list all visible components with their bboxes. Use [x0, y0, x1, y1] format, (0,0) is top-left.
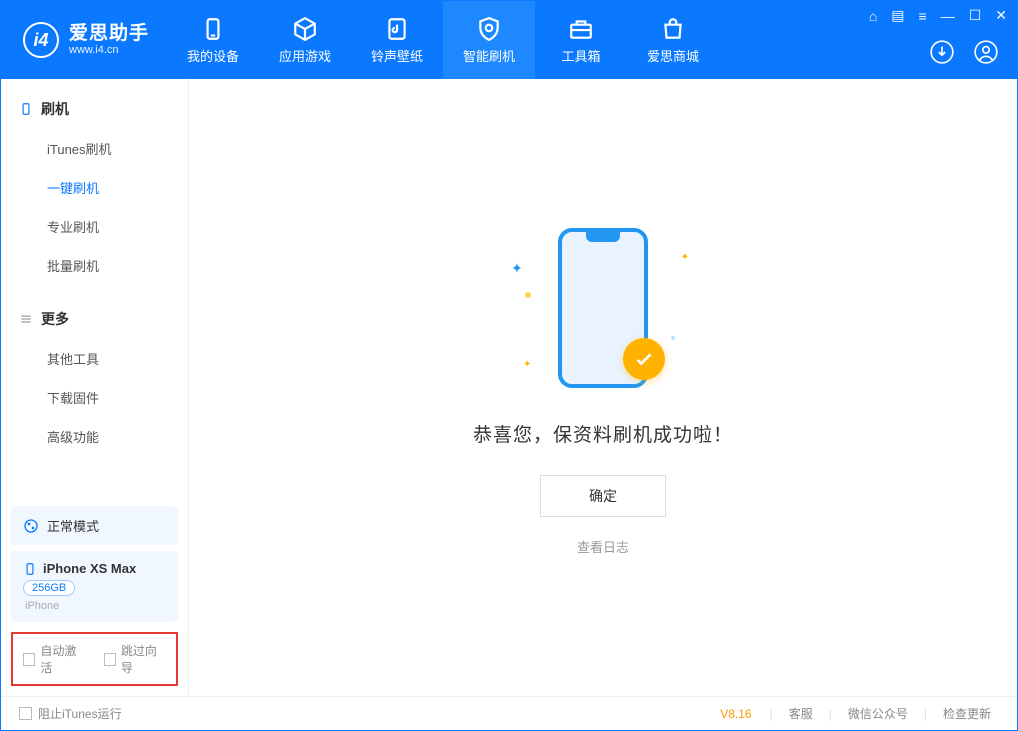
status-icon: [23, 518, 39, 534]
phone-outline-icon: [19, 102, 33, 116]
header-actions: [929, 39, 999, 65]
bag-icon: [660, 16, 686, 42]
confirm-button[interactable]: 确定: [540, 475, 666, 517]
app-header: i4 爱思助手 www.i4.cn 我的设备 应用游戏 铃声壁纸 智能刷机 工具…: [1, 1, 1017, 79]
section-title: 更多: [41, 309, 69, 329]
app-footer: 阻止iTunes运行 V8.16 | 客服 | 微信公众号 | 检查更新: [1, 696, 1017, 730]
checkbox-box-icon: [19, 707, 32, 720]
main-content: ✦ ✦ ✦ 恭喜您，保资料刷机成功啦！ 确定 查看日志: [189, 79, 1017, 696]
device-type: iPhone: [25, 600, 166, 612]
tab-label: 我的设备: [187, 46, 239, 65]
checkbox-block-itunes[interactable]: 阻止iTunes运行: [19, 705, 122, 722]
briefcase-icon: [568, 16, 594, 42]
device-card[interactable]: iPhone XS Max 256GB iPhone: [11, 551, 178, 622]
sidebar-item-batch-flash[interactable]: 批量刷机: [1, 246, 188, 285]
footer-right: V8.16 | 客服 | 微信公众号 | 检查更新: [720, 705, 999, 722]
tab-smart-flash[interactable]: 智能刷机: [443, 1, 535, 79]
nav-tabs: 我的设备 应用游戏 铃声壁纸 智能刷机 工具箱 爱思商城: [167, 1, 719, 79]
footer-link-update[interactable]: 检查更新: [935, 705, 999, 722]
logo-icon: i4: [23, 22, 59, 58]
status-card[interactable]: 正常模式: [11, 506, 178, 545]
maximize-button[interactable]: ☐: [969, 7, 982, 24]
app-name: 爱思助手: [69, 24, 149, 45]
device-storage: 256GB: [23, 580, 75, 596]
tab-label: 工具箱: [562, 46, 601, 65]
tab-my-device[interactable]: 我的设备: [167, 1, 259, 79]
status-text: 正常模式: [47, 516, 99, 535]
sidebar-item-advanced[interactable]: 高级功能: [1, 417, 188, 456]
device-mini-icon: [23, 562, 37, 576]
separator: |: [924, 707, 927, 721]
tab-ringtone-wallpaper[interactable]: 铃声壁纸: [351, 1, 443, 79]
checkbox-skip-guide[interactable]: 跳过向导: [104, 642, 167, 676]
footer-link-wechat[interactable]: 微信公众号: [840, 705, 916, 722]
view-log-link[interactable]: 查看日志: [577, 537, 629, 556]
sparkle-icon: ✦: [681, 252, 689, 263]
sidebar-item-oneclick-flash[interactable]: 一键刷机: [1, 168, 188, 207]
sidebar-item-itunes-flash[interactable]: iTunes刷机: [1, 129, 188, 168]
tab-label: 爱思商城: [647, 46, 699, 65]
user-icon[interactable]: [973, 39, 999, 65]
app-body: 刷机 iTunes刷机 一键刷机 专业刷机 批量刷机 更多 其他工具 下载固件 …: [1, 79, 1017, 696]
device-icon: [200, 16, 226, 42]
logo-text: 爱思助手 www.i4.cn: [69, 24, 149, 57]
checkbox-box-icon: [23, 653, 35, 666]
sparkle-icon: ✦: [523, 359, 531, 370]
tab-label: 应用游戏: [279, 46, 331, 65]
tab-store[interactable]: 爱思商城: [627, 1, 719, 79]
list-icon[interactable]: ▤: [891, 7, 904, 24]
dot-icon: [525, 292, 531, 298]
shirt-icon[interactable]: ⌂: [869, 8, 877, 24]
sidebar-header-more: 更多: [1, 303, 188, 339]
menu-icon[interactable]: ≡: [919, 8, 927, 24]
sidebar-section-flash: 刷机 iTunes刷机 一键刷机 专业刷机 批量刷机: [1, 79, 188, 289]
version-label: V8.16: [720, 707, 751, 721]
device-model-row: iPhone XS Max: [23, 561, 166, 576]
window-controls: ⌂ ▤ ≡ — ☐ ✕: [869, 7, 1007, 24]
dot-icon: [671, 336, 675, 340]
footer-link-support[interactable]: 客服: [781, 705, 821, 722]
success-illustration: ✦ ✦ ✦: [493, 220, 713, 400]
sidebar-item-pro-flash[interactable]: 专业刷机: [1, 207, 188, 246]
activation-options: 自动激活 跳过向导: [11, 632, 178, 686]
tab-label: 智能刷机: [463, 46, 515, 65]
sidebar: 刷机 iTunes刷机 一键刷机 专业刷机 批量刷机 更多 其他工具 下载固件 …: [1, 79, 189, 696]
cube-icon: [292, 16, 318, 42]
checkbox-label: 阻止iTunes运行: [38, 705, 122, 722]
tab-label: 铃声壁纸: [371, 46, 423, 65]
sidebar-item-download-firmware[interactable]: 下载固件: [1, 378, 188, 417]
success-message: 恭喜您，保资料刷机成功啦！: [473, 420, 733, 447]
separator: |: [829, 707, 832, 721]
minimize-button[interactable]: —: [941, 8, 955, 24]
download-icon[interactable]: [929, 39, 955, 65]
sidebar-header-flash: 刷机: [1, 93, 188, 129]
checkbox-auto-activate[interactable]: 自动激活: [23, 642, 86, 676]
sidebar-item-other-tools[interactable]: 其他工具: [1, 339, 188, 378]
checkbox-box-icon: [104, 653, 116, 666]
shield-icon: [476, 16, 502, 42]
phone-notch-icon: [586, 232, 620, 242]
checkbox-label: 跳过向导: [121, 642, 166, 676]
list-icon: [19, 312, 33, 326]
sidebar-bottom: 正常模式 iPhone XS Max 256GB iPhone 自动激活 跳过向…: [1, 500, 188, 696]
sidebar-section-more: 更多 其他工具 下载固件 高级功能: [1, 289, 188, 460]
sparkle-icon: ✦: [511, 260, 523, 277]
app-url: www.i4.cn: [69, 44, 149, 56]
separator: |: [770, 707, 773, 721]
device-model: iPhone XS Max: [43, 561, 136, 576]
close-button[interactable]: ✕: [995, 7, 1007, 24]
music-icon: [384, 16, 410, 42]
tab-apps-games[interactable]: 应用游戏: [259, 1, 351, 79]
tab-toolbox[interactable]: 工具箱: [535, 1, 627, 79]
checkbox-label: 自动激活: [40, 642, 85, 676]
checkmark-badge-icon: [623, 338, 665, 380]
section-title: 刷机: [41, 99, 69, 119]
app-logo: i4 爱思助手 www.i4.cn: [1, 1, 167, 79]
